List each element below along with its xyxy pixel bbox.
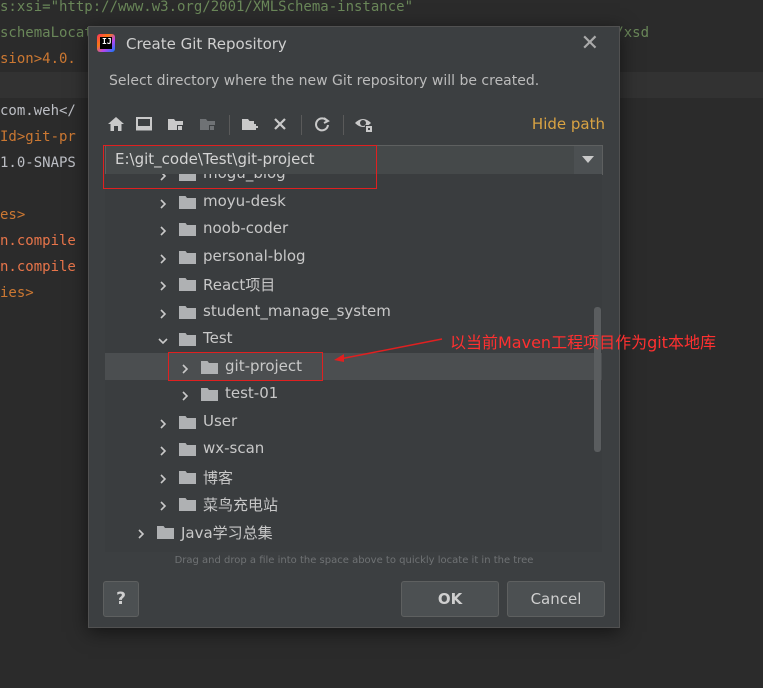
toolbar-separator <box>301 115 302 135</box>
code-line: n.compile <box>0 259 76 275</box>
folder-icon <box>179 469 197 484</box>
delete-icon[interactable] <box>269 113 291 135</box>
toolbar-separator <box>343 115 344 135</box>
code-line: s:xsi="http://www.w3.org/2001/XMLSchema-… <box>0 0 414 15</box>
folder-icon <box>179 221 197 236</box>
tree-item-noob-coder[interactable]: noob-coder <box>105 215 602 242</box>
cancel-button[interactable]: Cancel <box>507 581 605 617</box>
help-button[interactable]: ? <box>103 581 139 617</box>
tree-item-label: wx-scan <box>203 439 265 457</box>
chevron-right-icon[interactable] <box>157 470 169 484</box>
folder-icon <box>179 496 197 511</box>
show-hidden-icon[interactable] <box>353 113 375 135</box>
tree-item-personal-blog[interactable]: personal-blog <box>105 243 602 270</box>
new-folder-icon[interactable] <box>239 113 261 135</box>
tree-item-label: student_manage_system <box>203 301 391 320</box>
tree-item-wx-scan[interactable]: wx-scan <box>105 435 602 462</box>
path-highlight-box <box>103 145 377 189</box>
code-line: Id>git-pr <box>0 129 76 145</box>
dialog-subtitle: Select directory where the new Git repos… <box>109 73 540 89</box>
folder-icon <box>179 441 197 456</box>
create-git-repository-dialog: IJ Create Git Repository ✕ Select direct… <box>88 26 620 628</box>
tree-item-label: noob-coder <box>203 219 289 237</box>
chevron-right-icon[interactable] <box>157 277 169 291</box>
chevron-right-icon[interactable] <box>157 195 169 209</box>
project-folder-icon[interactable] <box>165 113 187 135</box>
code-line: com.weh</ <box>0 103 76 119</box>
chevron-right-icon[interactable] <box>179 387 191 401</box>
folder-icon <box>179 304 197 319</box>
code-line: es> <box>0 207 26 223</box>
tree-item-...[interactable]: ... <box>105 545 602 552</box>
folder-icon <box>179 331 197 346</box>
code-line: 1.0-SNAPS <box>0 155 76 171</box>
home-icon[interactable] <box>105 113 127 135</box>
code-line: ies> <box>0 285 34 301</box>
code-line: n.compile <box>0 233 76 249</box>
folder-icon <box>201 386 219 401</box>
tree-item-label: ... <box>181 549 195 552</box>
tree-item-菜鸟充电站[interactable]: 菜鸟充电站 <box>105 490 602 517</box>
annotation-text: 以当前Maven工程项目作为git本地库 <box>450 333 716 352</box>
tree-item-test-01[interactable]: test-01 <box>105 380 602 407</box>
annotation-arrow <box>334 338 443 362</box>
tree-item-label: User <box>203 411 238 430</box>
file-chooser-toolbar: Hide path <box>105 111 605 139</box>
chevron-right-icon[interactable] <box>135 525 147 539</box>
folder-icon <box>179 249 197 264</box>
folder-icon <box>179 276 197 291</box>
hide-path-link[interactable]: Hide path <box>532 115 605 133</box>
dialog-titlebar[interactable]: IJ Create Git Repository ✕ <box>89 27 619 61</box>
tree-scrollbar[interactable] <box>594 307 601 452</box>
toolbar-separator <box>229 115 230 135</box>
tree-item-react项目[interactable]: React项目 <box>105 270 602 297</box>
dialog-title: Create Git Repository <box>126 35 287 53</box>
chevron-right-icon[interactable] <box>157 442 169 456</box>
tree-item-label: personal-blog <box>203 246 306 265</box>
chevron-right-icon[interactable] <box>157 415 169 429</box>
tree-item-label: moyu-desk <box>203 191 286 210</box>
tree-item-student_manage_system[interactable]: student_manage_system <box>105 298 602 325</box>
tree-item-label: 菜鸟充电站 <box>203 496 279 514</box>
close-icon[interactable]: ✕ <box>581 31 599 56</box>
module-folder-icon[interactable] <box>197 113 219 135</box>
chevron-right-icon[interactable] <box>157 222 169 236</box>
folder-icon <box>157 524 175 539</box>
chevron-down-icon[interactable] <box>157 332 169 345</box>
code-line: sion>4.0. <box>0 51 76 67</box>
ok-button[interactable]: OK <box>401 581 499 617</box>
dropdown-arrow-icon[interactable] <box>574 146 602 174</box>
tree-item-user[interactable]: User <box>105 408 602 435</box>
tree-item-label: Java学习总集 <box>181 523 273 542</box>
intellij-app-icon: IJ <box>97 34 115 52</box>
chevron-right-icon[interactable] <box>157 305 169 319</box>
chevron-right-icon[interactable] <box>157 250 169 264</box>
tree-item-label: Test <box>203 329 233 347</box>
refresh-icon[interactable] <box>311 113 333 135</box>
desktop-icon[interactable] <box>133 113 155 135</box>
chevron-right-icon[interactable] <box>157 497 169 511</box>
drag-drop-hint: Drag and drop a file into the space abov… <box>174 555 534 566</box>
tree-item-moyu-desk[interactable]: moyu-desk <box>105 188 602 215</box>
folder-icon <box>179 414 197 429</box>
tree-item-java学习总集[interactable]: Java学习总集 <box>105 518 602 545</box>
tree-item-label: React项目 <box>203 276 276 294</box>
folder-icon <box>179 194 197 209</box>
folder-icon <box>157 551 175 552</box>
tree-item-label: 博客 <box>203 468 234 487</box>
selected-folder-highlight-box <box>168 352 323 381</box>
tree-item-label: test-01 <box>225 384 279 402</box>
tree-item-博客[interactable]: 博客 <box>105 463 602 490</box>
